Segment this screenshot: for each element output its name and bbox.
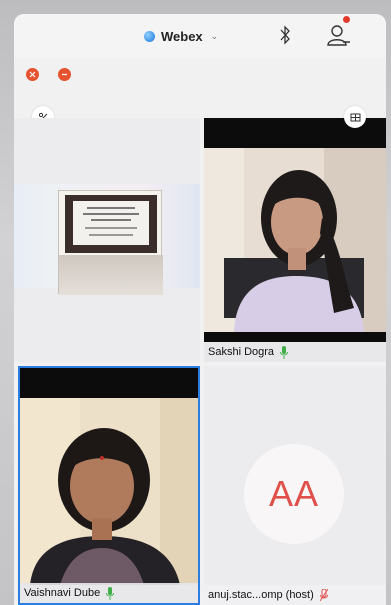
- mic-icon: [280, 345, 289, 359]
- participant-name-bar: anuj.stac...omp (host): [204, 585, 386, 605]
- participant-name-bar: Vaishnavi Dube: [20, 583, 198, 603]
- participant-name: anuj.stac...omp (host): [208, 589, 314, 601]
- participant-tile-host[interactable]: AA anuj.stac...omp (host): [204, 366, 386, 605]
- avatar-initials: AA: [268, 473, 320, 514]
- participant-tile-vaishnavi[interactable]: Vaishnavi Dube: [18, 366, 200, 605]
- participant-name: Vaishnavi Dube: [24, 587, 101, 599]
- content-share-tile[interactable]: [14, 118, 200, 362]
- mic-icon: [106, 586, 115, 600]
- muted-mic-icon: [319, 588, 328, 601]
- minimize-icon: [62, 73, 67, 76]
- webex-window: Webex ⌄ Sakshi Dogra Vaishnavi Dube AA a…: [14, 14, 386, 605]
- bluetooth-icon[interactable]: [278, 24, 292, 46]
- chevron-down-icon: ⌄: [210, 30, 219, 41]
- participant-tile-sakshi[interactable]: Sakshi Dogra: [204, 118, 386, 362]
- minimize-button[interactable]: [58, 68, 71, 81]
- profile-icon[interactable]: [326, 22, 352, 48]
- participant-video: [20, 398, 198, 585]
- participant-video: [204, 148, 386, 332]
- app-switcher[interactable]: Webex ⌄: [144, 26, 218, 46]
- title-bar: Webex ⌄: [14, 14, 386, 58]
- layout-button[interactable]: [344, 106, 366, 128]
- shared-content-thumbnail: [58, 190, 163, 295]
- close-button[interactable]: [26, 68, 39, 81]
- close-icon: [29, 71, 36, 78]
- participant-name-bar: Sakshi Dogra: [204, 342, 386, 362]
- app-name: Webex: [161, 28, 203, 44]
- grid-view-icon: [350, 113, 360, 121]
- avatar: AA: [244, 444, 344, 544]
- webex-logo-icon: [144, 30, 155, 42]
- participant-name: Sakshi Dogra: [208, 346, 275, 358]
- notification-dot-icon: [343, 16, 350, 23]
